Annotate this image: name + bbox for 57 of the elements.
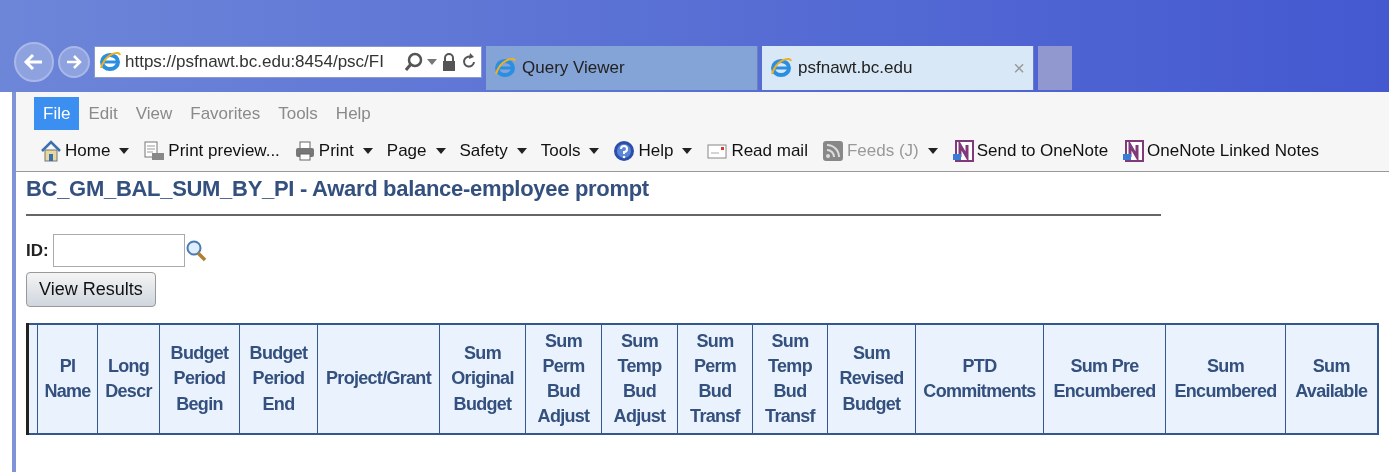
search-icon[interactable] — [405, 52, 423, 72]
forward-button[interactable] — [58, 46, 90, 78]
column-header: Budget Period Begin — [159, 324, 240, 434]
field-label: ID: — [26, 240, 49, 261]
toolbar-button[interactable]: Print — [293, 137, 373, 164]
toolbar-button[interactable]: Tools — [540, 137, 600, 164]
browser-tab[interactable]: Query Viewer — [486, 46, 758, 90]
column-header: PI Name — [37, 324, 98, 434]
feed-icon — [821, 139, 844, 162]
notebook-icon — [951, 139, 974, 162]
address-bar[interactable]: https://psfnawt.bc.edu:8454/psc/FI — [94, 46, 482, 78]
caret-icon[interactable] — [362, 147, 373, 154]
toolbar-button[interactable]: OneNote Linked Notes — [1122, 137, 1320, 164]
browser-tab[interactable]: psfnawt.bc.edu × — [762, 46, 1034, 90]
caret-icon[interactable] — [516, 147, 527, 154]
browser-logo-icon — [770, 56, 792, 80]
column-header: Long Descr — [97, 324, 160, 434]
toolbar-button[interactable]: Page — [386, 137, 446, 164]
search-icon[interactable] — [184, 238, 207, 263]
browser-logo-icon — [494, 56, 516, 80]
column-header: PTD Commitments — [915, 324, 1044, 434]
tab-title: Query Viewer — [522, 57, 625, 80]
toolbar-button[interactable]: Safety — [459, 137, 527, 164]
toolbar-button[interactable]: Print preview... — [143, 137, 280, 164]
caret-icon[interactable] — [119, 147, 130, 154]
column-header: Sum Available — [1285, 324, 1378, 434]
column-header: Sum Temp Bud Transf — [752, 324, 828, 434]
toolbar-button[interactable]: Home — [40, 137, 130, 164]
toolbar-button[interactable]: Read mail — [706, 137, 808, 164]
browser-logo-icon — [99, 50, 121, 74]
column-header: Sum Temp Bud Adjust — [601, 324, 678, 434]
home-icon — [40, 139, 62, 162]
back-button[interactable] — [14, 42, 54, 82]
column-header: Sum Revised Budget — [827, 324, 916, 434]
view-results-button[interactable]: View Results — [26, 272, 156, 307]
notebook-icon — [1122, 139, 1145, 162]
column-header: Sum Perm Bud Transf — [677, 324, 753, 434]
forward-arrow-icon — [65, 53, 83, 71]
column-header: Sum Pre Encumbered — [1043, 324, 1166, 434]
print-preview-icon — [143, 139, 166, 162]
toolbar-button[interactable]: Send to OneNote — [951, 137, 1109, 164]
caret-icon[interactable] — [682, 147, 693, 154]
column-header: Sum Encumbered — [1165, 324, 1286, 434]
url-text: https://psfnawt.bc.edu:8454/psc/FI — [125, 51, 384, 74]
caret-icon[interactable] — [589, 147, 600, 154]
column-header: Sum Original Budget — [439, 324, 526, 434]
id-field[interactable] — [52, 234, 185, 267]
printer-icon — [293, 139, 316, 162]
page-title: BC_GM_BAL_SUM_BY_PI - Award balance-employee prompt — [26, 176, 650, 202]
lock-icon — [441, 52, 457, 72]
help-icon — [613, 139, 636, 162]
tab-title: psfnawt.bc.edu — [798, 57, 913, 80]
column-header: Sum Perm Bud Adjust — [525, 324, 602, 434]
column-header: Project/Grant — [317, 324, 440, 434]
column-header: Budget Period End — [239, 324, 318, 434]
caret-icon[interactable] — [435, 147, 446, 154]
toolbar-button[interactable]: Help — [613, 137, 693, 164]
